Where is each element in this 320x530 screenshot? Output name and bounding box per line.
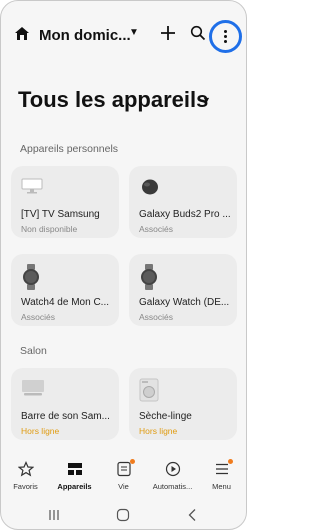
device-status: Hors ligne	[21, 426, 60, 436]
star-icon	[17, 461, 34, 477]
device-name: Galaxy Watch (DE...	[139, 297, 230, 308]
bottom-navigation: Favoris Appareils Vie Automatis... Menu	[1, 455, 246, 501]
device-name: Galaxy Buds2 Pro ...	[139, 209, 231, 220]
device-status: Non disponible	[21, 224, 78, 234]
caret-down-icon[interactable]: ▼	[202, 95, 211, 105]
home-selector[interactable]: Mon domic...	[39, 27, 131, 44]
page-title[interactable]: Tous les appareils	[18, 87, 208, 113]
system-navigation-bar	[1, 501, 246, 529]
device-card[interactable]: [TV] TV Samsung Non disponible	[11, 166, 119, 238]
device-name: Barre de son Sam...	[21, 411, 110, 422]
devices-grid-icon	[67, 463, 82, 475]
add-button[interactable]	[158, 23, 178, 43]
recent-apps-icon[interactable]	[48, 509, 60, 521]
device-card[interactable]: Barre de son Sam... Hors ligne	[11, 368, 119, 440]
back-icon[interactable]	[187, 508, 197, 522]
device-status: Associés	[21, 312, 56, 322]
nav-label: Menu	[212, 482, 231, 491]
watch-icon	[23, 264, 39, 290]
watch-icon	[141, 264, 157, 290]
play-icon	[165, 461, 180, 477]
nav-label: Automatis...	[152, 482, 193, 491]
nav-label: Favoris	[13, 482, 38, 491]
device-status: Associés	[139, 312, 174, 322]
device-status: Associés	[139, 224, 174, 234]
more-vertical-icon	[224, 30, 228, 45]
caret-down-icon[interactable]: ▼	[129, 27, 139, 38]
device-card[interactable]: Sèche-linge Hors ligne	[129, 368, 237, 440]
nav-label: Vie	[118, 482, 129, 491]
nav-devices[interactable]: Appareils	[50, 455, 99, 501]
device-name: [TV] TV Samsung	[21, 209, 100, 220]
more-options-button[interactable]	[209, 20, 242, 53]
earbuds-icon	[142, 179, 158, 195]
nav-menu[interactable]: Menu	[197, 455, 246, 501]
home-button-icon[interactable]	[116, 508, 130, 522]
device-card[interactable]: Galaxy Watch (DE... Associés	[129, 254, 237, 326]
search-icon[interactable]	[190, 25, 206, 41]
device-name: Sèche-linge	[139, 411, 192, 422]
soundbar-icon	[22, 380, 44, 396]
life-icon	[116, 461, 131, 477]
section-label-personal: Appareils personnels	[20, 143, 119, 155]
top-bar: Mon domic... ▼	[1, 19, 246, 53]
device-name: Watch4 de Mon C...	[21, 297, 109, 308]
notification-dot	[228, 459, 233, 464]
device-status: Hors ligne	[139, 426, 178, 436]
nav-life[interactable]: Vie	[99, 455, 148, 501]
home-icon	[15, 27, 29, 40]
device-card[interactable]: Watch4 de Mon C... Associés	[11, 254, 119, 326]
phone-screen: Mon domic... ▼ Tous les appareils ▼ Appa…	[0, 0, 247, 530]
section-label-room: Salon	[20, 345, 47, 357]
device-card[interactable]: Galaxy Buds2 Pro ... Associés	[129, 166, 237, 238]
nav-label: Appareils	[57, 482, 92, 491]
dryer-icon	[139, 378, 159, 402]
menu-icon	[215, 463, 228, 475]
nav-favorites[interactable]: Favoris	[1, 455, 50, 501]
tv-icon	[21, 178, 43, 194]
nav-automations[interactable]: Automatis...	[148, 455, 197, 501]
notification-dot	[130, 459, 135, 464]
